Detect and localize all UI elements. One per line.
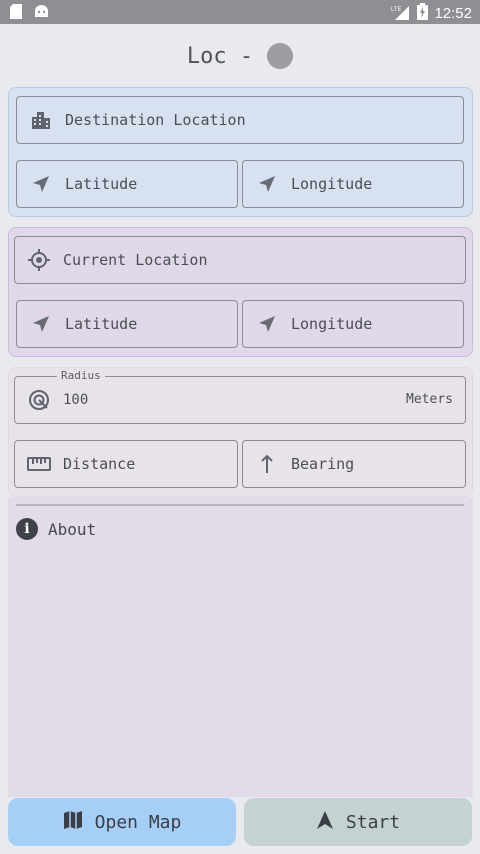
current-longitude-label: Longitude [291,315,373,333]
destination-latitude-label: Latitude [65,175,138,193]
navigation-icon [316,810,334,835]
sd-card-icon [10,4,22,22]
app-title: Loc - [186,43,254,69]
android-icon [34,4,49,22]
destination-location-field[interactable]: Destination Location [16,96,464,144]
arrow-up-icon [243,441,291,487]
about-button[interactable]: i About [16,518,96,540]
navigation-arrow-icon [243,301,291,347]
content-area [8,497,473,797]
current-latitude-label: Latitude [65,315,138,333]
distance-label: Distance [63,455,136,473]
current-location-field[interactable]: Current Location [14,236,466,284]
app-header: Loc - [0,38,480,74]
info-icon: i [16,518,38,540]
navigation-arrow-icon [17,301,65,347]
navigation-arrow-icon [17,161,65,207]
status-indicator [267,43,294,69]
destination-longitude-label: Longitude [291,175,373,193]
radius-target-icon [15,377,63,423]
status-bar: LTE 12:52 [0,0,480,24]
start-label: Start [345,811,401,833]
current-location-label: Current Location [63,251,208,269]
city-icon [17,97,65,143]
gps-crosshair-icon [15,237,63,283]
radius-field[interactable]: Radius Meters [14,369,466,424]
distance-field[interactable]: Distance [14,440,238,488]
open-map-button[interactable]: Open Map [8,798,236,846]
svg-text:LTE: LTE [391,7,402,13]
destination-location-label: Destination Location [65,111,246,129]
radius-unit: Meters [406,392,453,407]
destination-latitude-field[interactable]: Latitude [16,160,238,208]
open-map-label: Open Map [94,811,182,833]
bearing-label: Bearing [291,455,355,473]
ruler-icon [15,441,63,487]
bearing-field[interactable]: Bearing [242,440,466,488]
destination-longitude-field[interactable]: Longitude [242,160,464,208]
start-button[interactable]: Start [244,798,472,846]
current-longitude-field[interactable]: Longitude [242,300,464,348]
signal-icon: LTE [391,4,411,23]
navigation-arrow-icon [243,161,291,207]
radius-input[interactable] [63,392,263,408]
battery-icon [417,3,429,23]
radius-legend: Radius [57,369,105,382]
map-icon [63,810,83,835]
current-latitude-field[interactable]: Latitude [16,300,238,348]
divider [16,504,464,506]
status-time: 12:52 [434,4,472,22]
about-label: About [48,519,97,539]
